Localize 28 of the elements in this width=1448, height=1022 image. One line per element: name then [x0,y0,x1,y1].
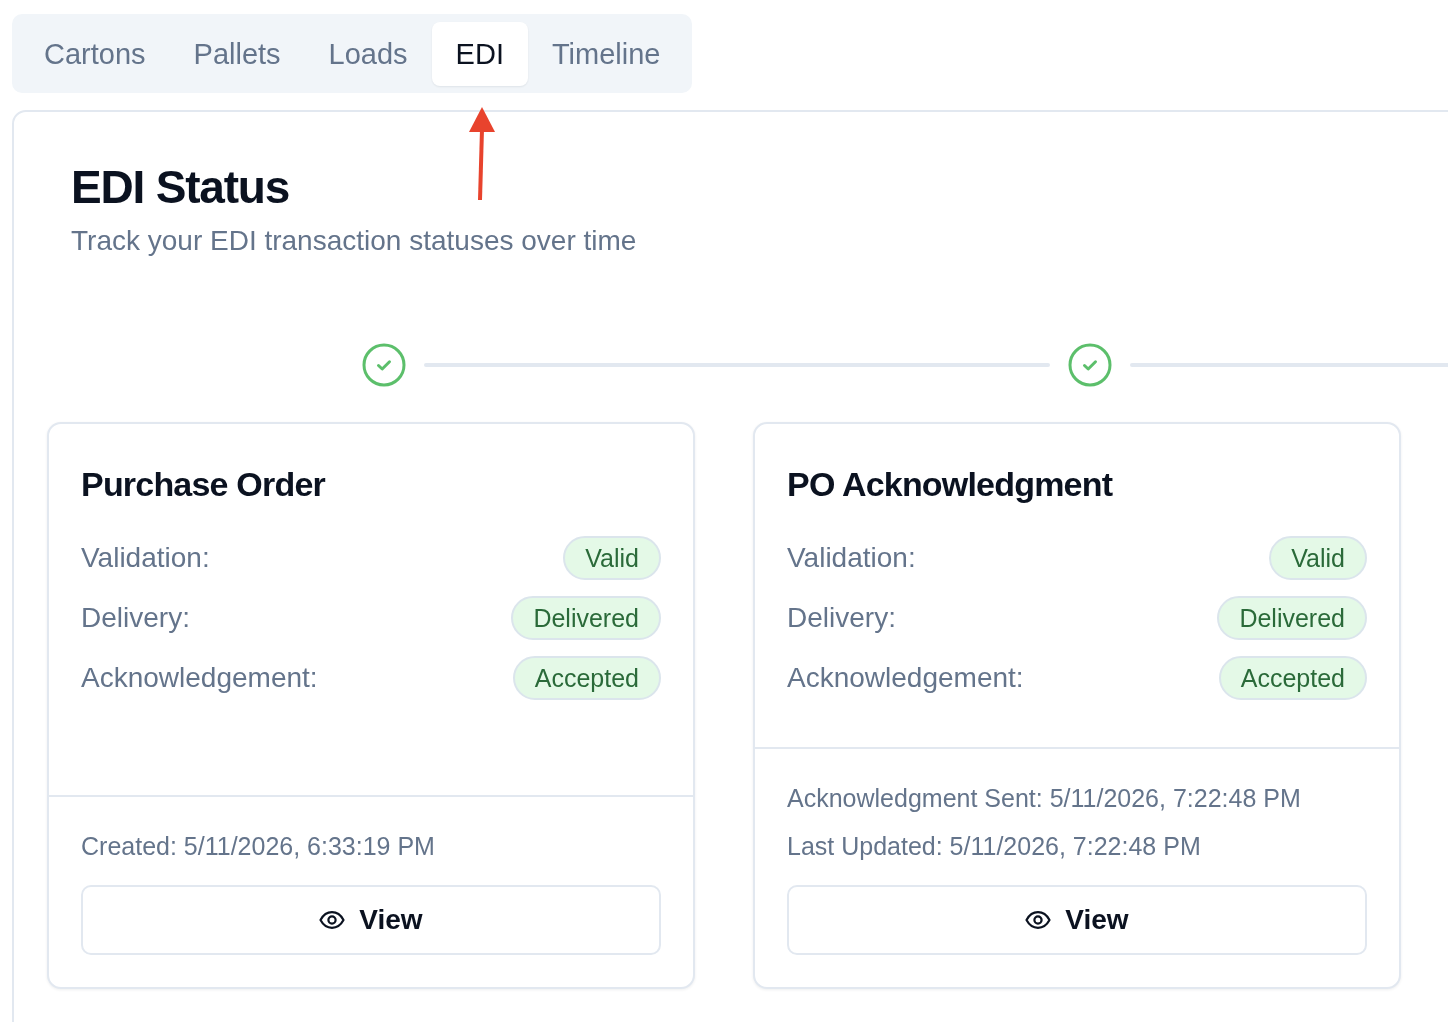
status-label: Delivery: [787,602,896,634]
view-button[interactable]: View [81,885,661,955]
status-label: Acknowledgement: [787,662,1024,694]
status-label: Validation: [81,542,210,574]
status-label: Acknowledgement: [81,662,318,694]
status-badge: Accepted [512,656,661,700]
status-label: Validation: [787,542,916,574]
timestamp-text: Last Updated: 5/11/2026, 7:22:48 PM [787,831,1202,862]
status-badge: Valid [563,536,661,580]
status-badge: Accepted [1218,656,1367,700]
tab[interactable]: Timeline [527,22,685,86]
eye-icon [1025,911,1052,929]
status-badge: Delivered [1217,596,1367,640]
tab[interactable]: Loads [304,22,432,86]
tab[interactable]: Pallets [169,22,305,86]
card-title: PO Acknowledgment [787,464,1114,505]
view-button[interactable]: View [787,885,1367,955]
tab[interactable]: Cartons [20,22,170,86]
timestamp-text: Acknowledgment Sent: 5/11/2026, 7:22:48 PM [787,783,1302,814]
page-title: EDI Status [71,162,291,212]
status-badge: Valid [1269,536,1367,580]
page-subtitle: Track your EDI transaction statuses over time [71,224,638,258]
eye-icon [319,911,346,929]
status-badge: Delivered [511,596,661,640]
timestamp-text: Created: 5/11/2026, 6:33:19 PM [81,831,436,862]
tab[interactable]: EDI [431,22,528,86]
status-label: Delivery: [81,602,190,634]
card-title: Purchase Order [81,464,327,505]
